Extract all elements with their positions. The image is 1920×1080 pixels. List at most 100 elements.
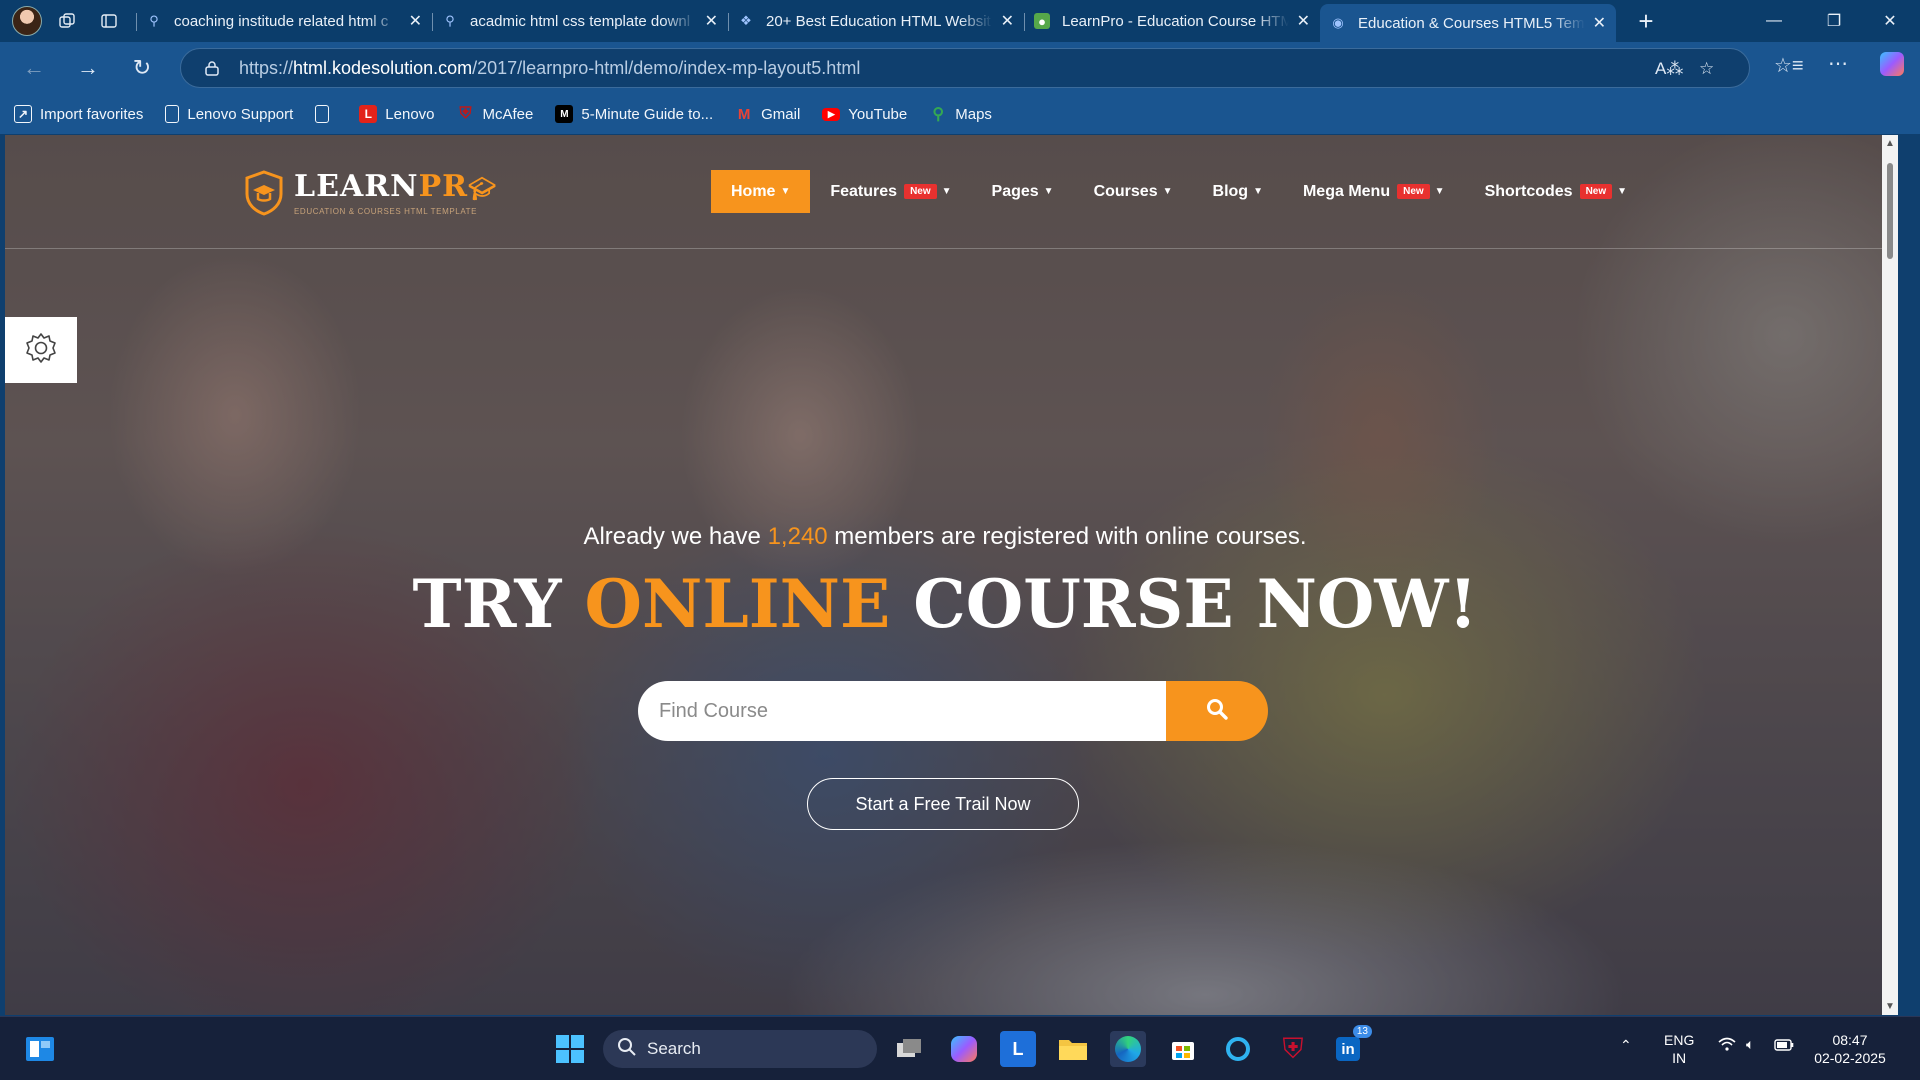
favorite-mcafee[interactable]: ⛨ McAfee xyxy=(457,105,534,123)
minimize-button[interactable]: — xyxy=(1746,0,1802,42)
menu-item-features[interactable]: Features New ▼ xyxy=(810,170,971,213)
taskbar-search[interactable]: Search xyxy=(603,1030,877,1068)
page-icon xyxy=(315,105,330,123)
favorite-medium[interactable]: M 5-Minute Guide to... xyxy=(555,105,713,123)
lenovo-icon: L xyxy=(359,105,378,123)
browser-tab[interactable]: ❖ 20+ Best Education HTML Websit ✕ xyxy=(728,4,1024,38)
volume-icon[interactable]: 🔈︎ xyxy=(1746,1036,1754,1053)
workspaces-icon[interactable] xyxy=(50,4,84,38)
menu-item-home[interactable]: Home ▼ xyxy=(711,170,811,213)
new-badge: New xyxy=(1397,184,1430,199)
favorite-lenovo[interactable]: L Lenovo xyxy=(359,105,435,123)
settings-panel-toggle[interactable] xyxy=(5,317,77,383)
browser-tab[interactable]: ⚲ coaching institude related html c ✕ xyxy=(136,4,432,38)
site-header: LEARNPR🎓︎ EDUCATION & COURSES HTML TEMPL… xyxy=(5,135,1882,249)
browser-tab-strip: ⚲ coaching institude related html c ✕ ⚲ … xyxy=(0,0,1920,42)
main-menu: Home ▼ Features New ▼ Pages ▼ Courses ▼ Blog ▼… xyxy=(711,170,1647,213)
hero-title: TRY ONLINE COURSE NOW! xyxy=(412,565,1478,643)
show-hidden-icons[interactable]: ⌃ xyxy=(1620,1037,1632,1054)
lock-icon[interactable] xyxy=(203,59,221,77)
page-scrollbar[interactable]: ▲ ▼ xyxy=(1882,135,1898,1015)
free-trial-button[interactable]: Start a Free Trail Now xyxy=(807,778,1079,830)
close-window-button[interactable]: ✕ xyxy=(1862,0,1918,42)
tab-title: LearnPro - Education Course HTM xyxy=(1062,12,1289,30)
import-icon: ↗ xyxy=(14,105,32,123)
browser-tab-active[interactable]: ◉ Education & Courses HTML5 Tem ✕ xyxy=(1320,4,1616,42)
cortana-icon[interactable] xyxy=(1220,1031,1256,1067)
refresh-button[interactable]: ↻ xyxy=(122,48,162,88)
widgets-icon[interactable] xyxy=(22,1031,58,1067)
tab-actions-icon[interactable] xyxy=(92,4,126,38)
search-button[interactable] xyxy=(1166,681,1268,741)
url-text: https://html.kodesolution.com/2017/learn… xyxy=(239,57,861,78)
menu-item-mega-menu[interactable]: Mega Menu New ▼ xyxy=(1283,170,1465,213)
language-indicator[interactable]: ENG IN xyxy=(1664,1031,1694,1067)
more-icon[interactable]: ⋯ xyxy=(1828,51,1848,76)
profile-avatar[interactable] xyxy=(12,6,42,36)
browser-toolbar: ← → ↻ https://html.kodesolution.com/2017… xyxy=(0,42,1920,94)
scroll-thumb[interactable] xyxy=(1887,163,1893,259)
logo-tagline: EDUCATION & COURSES HTML TEMPLATE xyxy=(294,206,478,216)
start-icon[interactable] xyxy=(552,1031,588,1067)
favorite-youtube[interactable]: ▶ YouTube xyxy=(822,106,907,123)
menu-item-blog[interactable]: Blog ▼ xyxy=(1193,170,1283,213)
close-icon[interactable]: ✕ xyxy=(1001,11,1014,31)
page-viewport: LEARNPR🎓︎ EDUCATION & COURSES HTML TEMPL… xyxy=(5,135,1898,1015)
favorites-icon[interactable]: ☆≡ xyxy=(1774,53,1804,78)
copilot-app-icon[interactable] xyxy=(946,1031,982,1067)
menu-item-courses[interactable]: Courses ▼ xyxy=(1074,170,1193,213)
star-icon[interactable]: ☆ xyxy=(1699,59,1714,79)
course-search xyxy=(638,681,1268,741)
site-logo[interactable]: LEARNPR🎓︎ EDUCATION & COURSES HTML TEMPL… xyxy=(238,167,497,219)
course-search-input[interactable] xyxy=(638,681,1166,741)
graduation-shield-icon xyxy=(238,167,290,219)
browser-tab[interactable]: ● LearnPro - Education Course HTM ✕ xyxy=(1024,4,1320,38)
page-icon xyxy=(165,105,180,123)
clock-time: 08:47 xyxy=(1832,1032,1868,1048)
linkedin-icon[interactable]: in 13 xyxy=(1330,1025,1372,1067)
new-tab-button[interactable]: + xyxy=(1628,6,1664,37)
mortarboard-icon: 🎓︎ xyxy=(468,175,498,202)
file-explorer-icon[interactable] xyxy=(1055,1031,1091,1067)
chevron-down-icon: ▼ xyxy=(1253,186,1263,197)
taskbar-search-label: Search xyxy=(647,1039,701,1058)
new-badge: New xyxy=(904,184,937,199)
chevron-down-icon: ▼ xyxy=(1617,186,1628,197)
favorite-import[interactable]: ↗ Import favorites xyxy=(14,105,143,123)
favorite-maps[interactable]: ⚲ Maps xyxy=(929,105,992,124)
favorite-page[interactable] xyxy=(315,105,337,123)
mcafee-app-icon[interactable]: ⛨ xyxy=(1275,1031,1311,1067)
scroll-up-arrow[interactable]: ▲ xyxy=(1882,138,1898,149)
chevron-down-icon: ▼ xyxy=(1043,186,1054,197)
gmail-icon: M xyxy=(737,105,751,123)
task-view-icon[interactable] xyxy=(891,1031,927,1067)
close-icon[interactable]: ✕ xyxy=(705,11,718,31)
microsoft-store-icon[interactable] xyxy=(1165,1031,1201,1067)
close-icon[interactable]: ✕ xyxy=(1297,11,1310,31)
wifi-icon[interactable] xyxy=(1718,1037,1736,1054)
copilot-icon[interactable] xyxy=(1880,52,1904,76)
read-aloud-icon[interactable]: A⁂ xyxy=(1655,59,1683,79)
battery-icon[interactable] xyxy=(1774,1038,1794,1054)
back-button[interactable]: ← xyxy=(14,48,54,88)
youtube-icon: ▶ xyxy=(822,107,841,121)
restore-button[interactable]: ❐ xyxy=(1806,0,1862,42)
forward-button[interactable]: → xyxy=(68,48,108,88)
windows-taskbar: Search L ⛨ in 13 ⌃ ENG IN 🔈︎ 08:47 02-02… xyxy=(0,1016,1920,1080)
scroll-down-arrow[interactable]: ▼ xyxy=(1882,1001,1898,1012)
lenovo-app-icon[interactable]: L xyxy=(1000,1031,1036,1067)
edge-icon[interactable] xyxy=(1110,1031,1146,1067)
close-icon[interactable]: ✕ xyxy=(409,11,422,31)
clock[interactable]: 08:47 02-02-2025 xyxy=(1810,1031,1890,1067)
tab-title: 20+ Best Education HTML Websit xyxy=(766,12,991,30)
favorite-gmail[interactable]: M Gmail xyxy=(735,105,800,123)
menu-item-shortcodes[interactable]: Shortcodes New ▼ xyxy=(1465,170,1647,213)
address-bar[interactable]: https://html.kodesolution.com/2017/learn… xyxy=(180,48,1750,88)
search-icon: ⚲ xyxy=(149,13,159,28)
menu-item-pages[interactable]: Pages ▼ xyxy=(972,170,1074,213)
tab-title: acadmic html css template downl xyxy=(470,12,691,30)
favorite-lenovo-support[interactable]: Lenovo Support xyxy=(165,105,293,123)
logo-name: LEARNPR🎓︎ xyxy=(294,168,498,204)
browser-tab[interactable]: ⚲ acadmic html css template downl ✕ xyxy=(432,4,728,38)
close-icon[interactable]: ✕ xyxy=(1593,13,1606,33)
